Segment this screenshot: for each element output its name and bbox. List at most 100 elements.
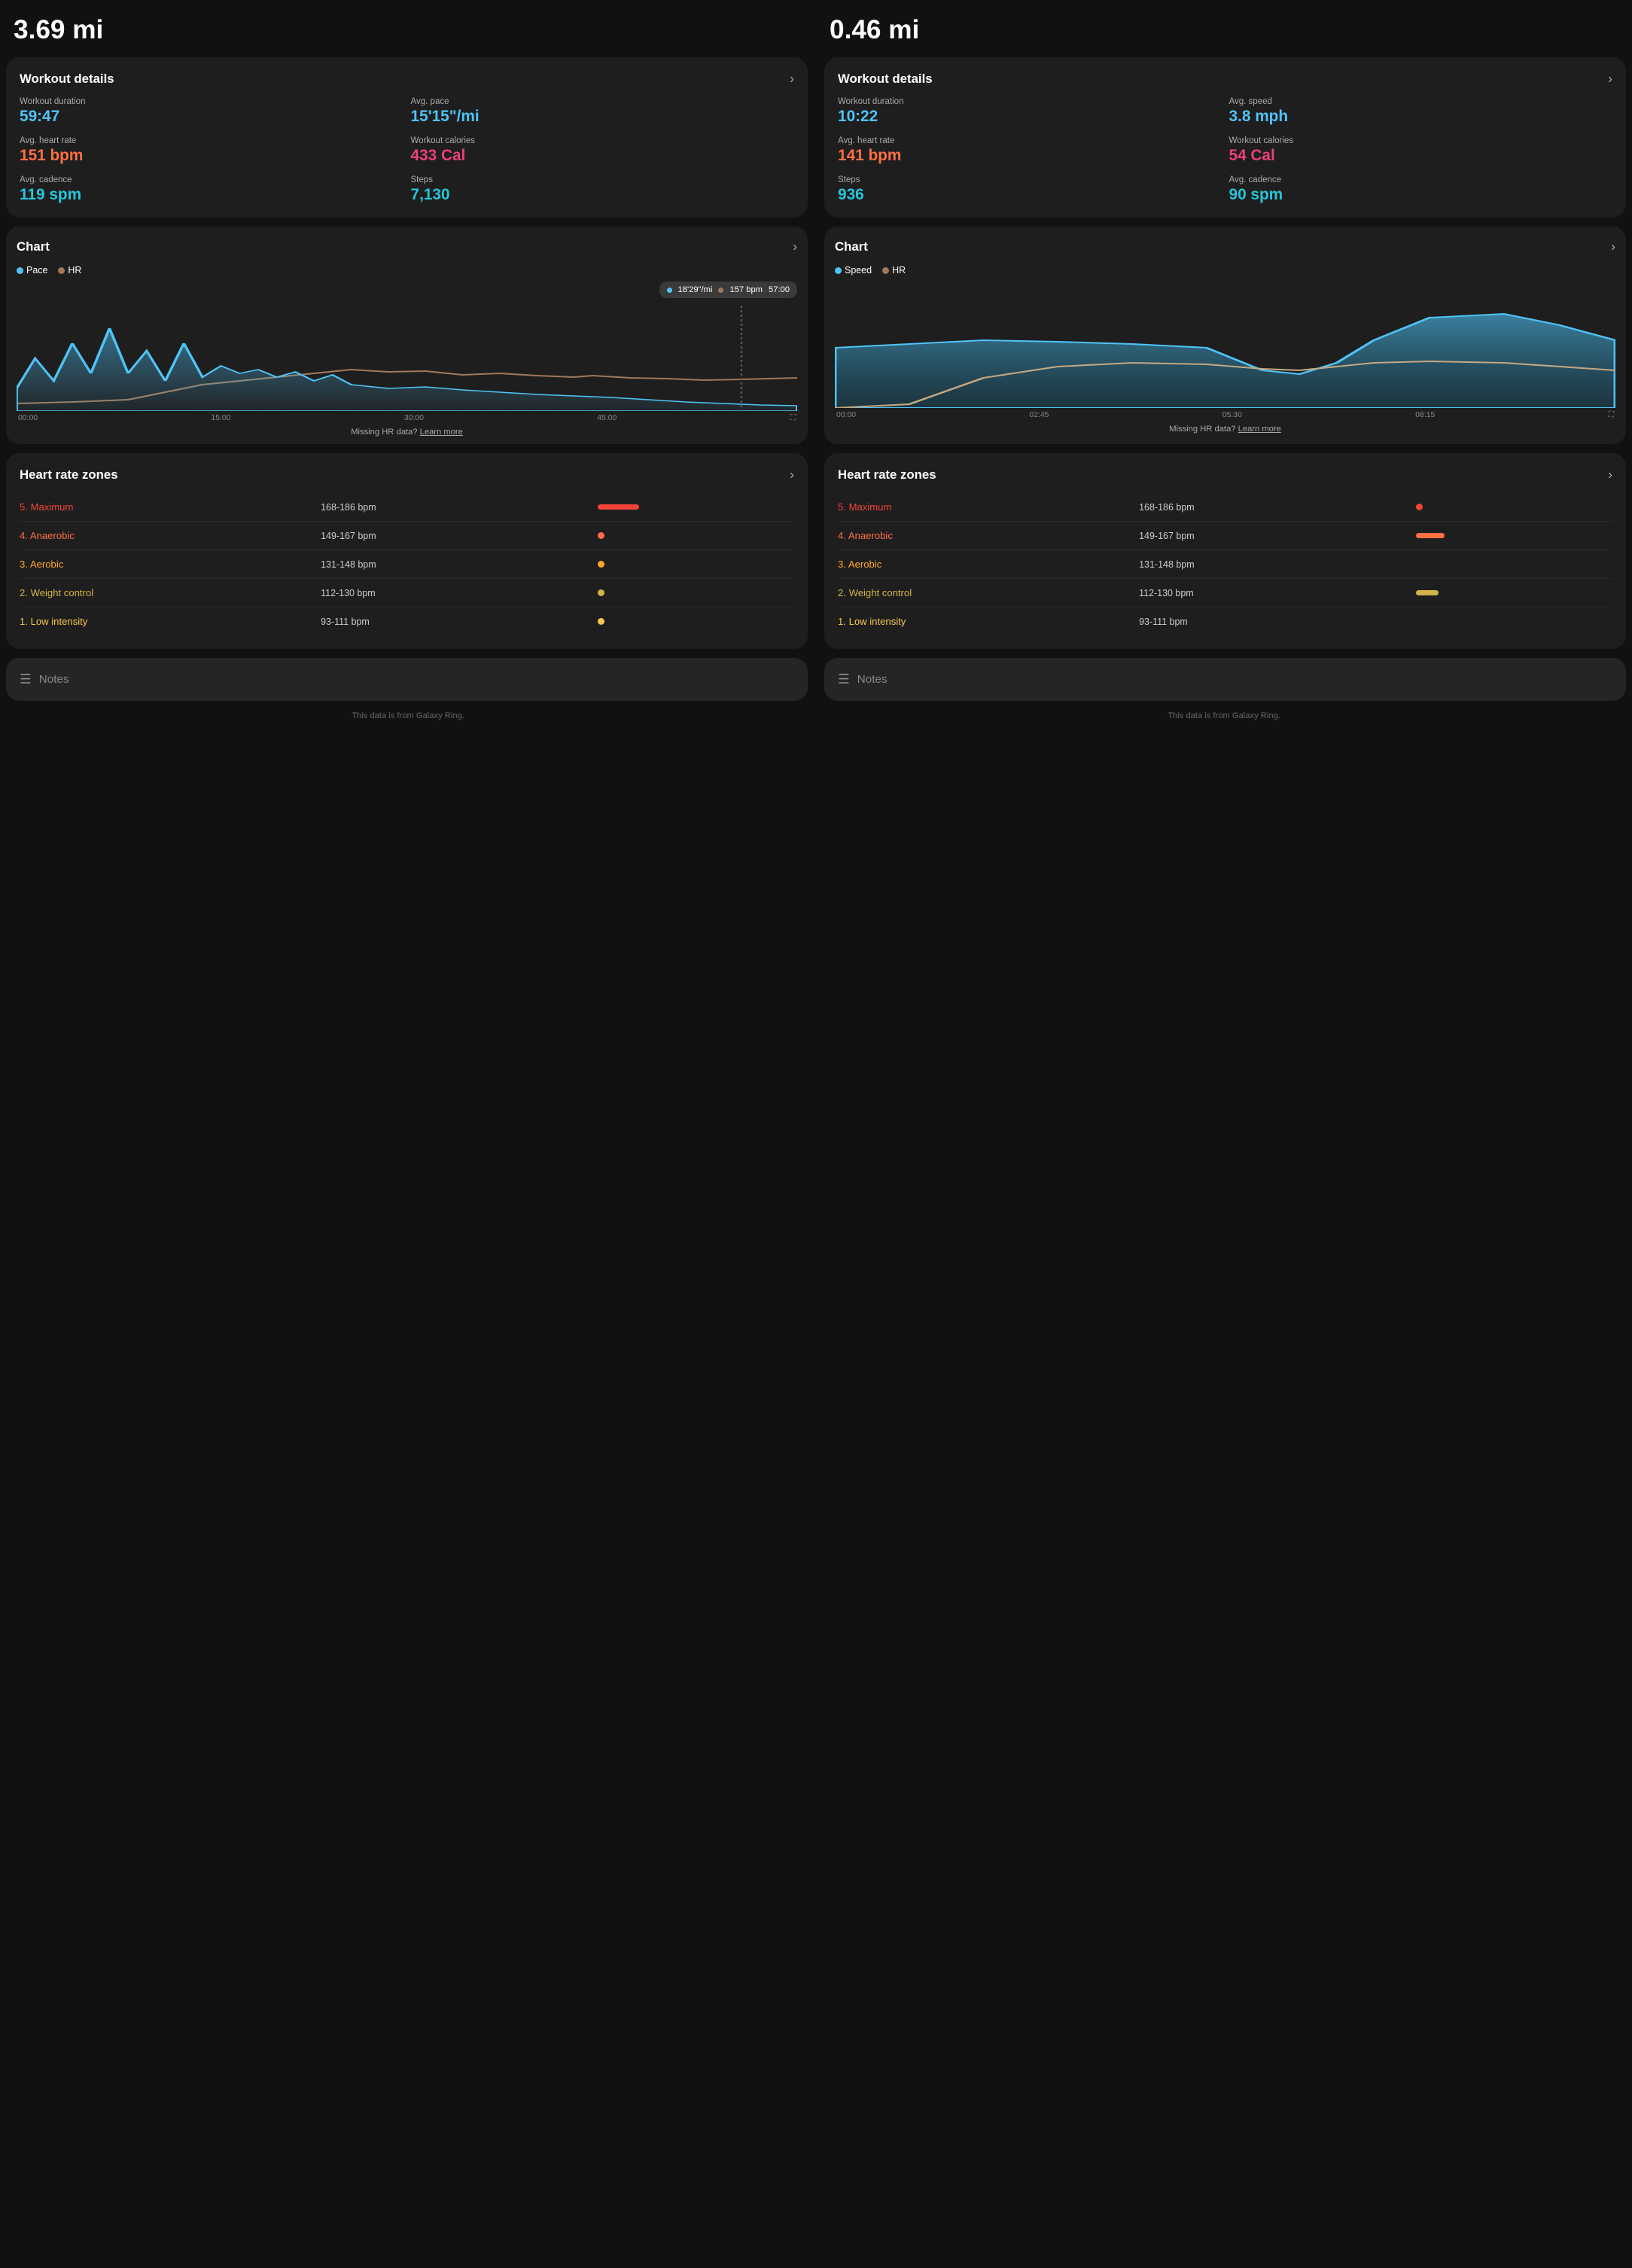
r-workout-item-speed: Avg. speed 3.8 mph bbox=[1229, 97, 1613, 126]
right-zone-3-range: 131-148 bpm bbox=[1139, 559, 1409, 570]
left-zone-4-dot bbox=[598, 532, 604, 539]
left-zone-1-dot bbox=[598, 618, 604, 625]
r-workout-value-speed: 3.8 mph bbox=[1229, 108, 1289, 125]
left-notes-card[interactable]: ☰ Notes bbox=[6, 658, 808, 701]
right-legend-hr: HR bbox=[882, 265, 906, 276]
left-hr-zones-card: Heart rate zones › 5. Maximum 168-186 bp… bbox=[6, 453, 808, 649]
workout-value-cadence: 119 spm bbox=[20, 186, 81, 203]
tooltip-pace: 18'29"/mi bbox=[678, 285, 713, 294]
left-chart-chevron[interactable]: › bbox=[793, 239, 797, 254]
hr-zones-row: Heart rate zones › 5. Maximum 168-186 bp… bbox=[0, 449, 1632, 653]
workout-item-cadence: Avg. cadence 119 spm bbox=[20, 175, 403, 204]
left-workout-chevron[interactable]: › bbox=[790, 71, 794, 87]
r-workout-value-duration: 10:22 bbox=[838, 108, 878, 125]
charts-row: Chart › Pace HR 18'29"/mi 157 bpm bbox=[0, 222, 1632, 449]
right-zone-1: 1. Low intensity 93-111 bpm bbox=[838, 607, 1612, 635]
main-container: 3.69 mi 0.46 mi Workout details › Workou… bbox=[0, 0, 1632, 729]
left-zone-3-range: 131-148 bpm bbox=[321, 559, 591, 570]
right-workout-chevron[interactable]: › bbox=[1608, 71, 1612, 87]
tooltip-hr-dot bbox=[718, 288, 723, 293]
right-notes-label: Notes bbox=[857, 673, 888, 686]
right-chart-header: Chart › bbox=[835, 239, 1615, 254]
right-chart-card: Chart › Speed HR bbox=[824, 227, 1626, 444]
left-zone-2-bar-container bbox=[598, 589, 794, 596]
left-workout-card: Workout details › Workout duration 59:47… bbox=[6, 57, 808, 218]
r-workout-value-hr: 141 bpm bbox=[838, 147, 901, 164]
right-zone-5-range: 168-186 bpm bbox=[1139, 502, 1409, 513]
workout-label-hr: Avg. heart rate bbox=[20, 136, 403, 145]
right-hr-zones-title: Heart rate zones bbox=[838, 467, 936, 483]
right-chart-footer: Missing HR data? Learn more bbox=[835, 425, 1615, 434]
hr-legend-label: HR bbox=[68, 265, 81, 276]
notes-row: ☰ Notes ☰ Notes bbox=[0, 653, 1632, 705]
right-zone-1-name: 1. Low intensity bbox=[838, 616, 1133, 627]
r-workout-item-hr: Avg. heart rate 141 bpm bbox=[838, 136, 1222, 165]
right-zone-2-range: 112-130 bpm bbox=[1139, 588, 1409, 598]
tooltip-hr: 157 bpm bbox=[729, 285, 763, 294]
right-workout-header: Workout details › bbox=[838, 71, 1612, 87]
right-zone-5: 5. Maximum 168-186 bpm bbox=[838, 493, 1612, 522]
right-workout-grid: Workout duration 10:22 Avg. speed 3.8 mp… bbox=[838, 97, 1612, 204]
left-chart-card: Chart › Pace HR 18'29"/mi 157 bpm bbox=[6, 227, 808, 444]
left-zone-2: 2. Weight control 112-130 bpm bbox=[20, 579, 794, 607]
left-hr-zones-header: Heart rate zones › bbox=[20, 467, 794, 483]
left-hr-zones-chevron[interactable]: › bbox=[790, 467, 794, 483]
right-workout-card: Workout details › Workout duration 10:22… bbox=[824, 57, 1626, 218]
left-zone-3-name: 3. Aerobic bbox=[20, 559, 315, 570]
right-chart-area bbox=[835, 303, 1615, 408]
r-workout-label-speed: Avg. speed bbox=[1229, 97, 1613, 106]
left-footer-text: This data is from Galaxy Ring. bbox=[0, 705, 816, 729]
right-zone-3: 3. Aerobic 131-148 bpm bbox=[838, 550, 1612, 579]
footer-row: This data is from Galaxy Ring. This data… bbox=[0, 705, 1632, 729]
r-workout-label-calories: Workout calories bbox=[1229, 136, 1613, 145]
right-chart-footer-text: Missing HR data? bbox=[1169, 425, 1235, 434]
pace-legend-label: Pace bbox=[26, 265, 47, 276]
right-legend-speed: Speed bbox=[835, 265, 872, 276]
workout-item-pace: Avg. pace 15'15"/mi bbox=[411, 97, 795, 126]
r-hr-legend-label: HR bbox=[892, 265, 906, 276]
left-zone-1: 1. Low intensity 93-111 bpm bbox=[20, 607, 794, 635]
right-header: 0.46 mi bbox=[816, 0, 1632, 53]
r-workout-value-steps: 936 bbox=[838, 186, 864, 203]
left-chart-area bbox=[17, 306, 797, 411]
r-expand-icon[interactable]: ⛶ bbox=[1609, 411, 1614, 420]
xaxis-3: 45:00 bbox=[597, 414, 617, 423]
left-chart-learn-more[interactable]: Learn more bbox=[420, 428, 463, 437]
r-workout-item-cadence: Avg. cadence 90 spm bbox=[1229, 175, 1613, 204]
left-chart-footer: Missing HR data? Learn more bbox=[17, 428, 797, 437]
xaxis-2: 30:00 bbox=[404, 414, 424, 423]
left-workout-grid: Workout duration 59:47 Avg. pace 15'15"/… bbox=[20, 97, 794, 204]
left-zone-1-name: 1. Low intensity bbox=[20, 616, 315, 627]
right-zone-5-name: 5. Maximum bbox=[838, 501, 1133, 513]
right-hr-zones-chevron[interactable]: › bbox=[1608, 467, 1612, 483]
left-header: 3.69 mi bbox=[0, 0, 816, 53]
right-title: 0.46 mi bbox=[830, 15, 1618, 45]
right-notes-card[interactable]: ☰ Notes bbox=[824, 658, 1626, 701]
workout-item-hr: Avg. heart rate 151 bpm bbox=[20, 136, 403, 165]
left-zone-5-range: 168-186 bpm bbox=[321, 502, 591, 513]
left-zone-1-range: 93-111 bpm bbox=[321, 616, 591, 627]
workout-value-pace: 15'15"/mi bbox=[411, 108, 480, 125]
r-workout-label-steps: Steps bbox=[838, 175, 1222, 184]
left-chart-footer-text: Missing HR data? bbox=[351, 428, 417, 437]
r-xaxis-2: 05:30 bbox=[1222, 411, 1242, 420]
right-chart-learn-more[interactable]: Learn more bbox=[1238, 425, 1281, 434]
right-zone-4: 4. Anaerobic 149-167 bpm bbox=[838, 522, 1612, 550]
workout-value-steps: 7,130 bbox=[411, 186, 450, 203]
expand-icon[interactable]: ⛶ bbox=[790, 414, 796, 423]
r-workout-value-cadence: 90 spm bbox=[1229, 186, 1283, 203]
xaxis-0: 00:00 bbox=[18, 414, 38, 423]
right-chart-chevron[interactable]: › bbox=[1611, 239, 1615, 254]
left-notes-label: Notes bbox=[39, 673, 69, 686]
left-zone-4-name: 4. Anaerobic bbox=[20, 530, 315, 541]
workout-item-calories: Workout calories 433 Cal bbox=[411, 136, 795, 165]
right-chart-xaxis: 00:00 02:45 05:30 08:15 ⛶ bbox=[835, 411, 1615, 420]
left-chart-title: Chart bbox=[17, 239, 50, 254]
speed-legend-label: Speed bbox=[845, 265, 872, 276]
left-chart-svg bbox=[17, 306, 797, 411]
right-chart-legend: Speed HR bbox=[835, 265, 1615, 276]
r-workout-label-duration: Workout duration bbox=[838, 97, 1222, 106]
r-workout-item-steps: Steps 936 bbox=[838, 175, 1222, 204]
r-workout-item-duration: Workout duration 10:22 bbox=[838, 97, 1222, 126]
left-zone-3-bar-container bbox=[598, 561, 794, 568]
